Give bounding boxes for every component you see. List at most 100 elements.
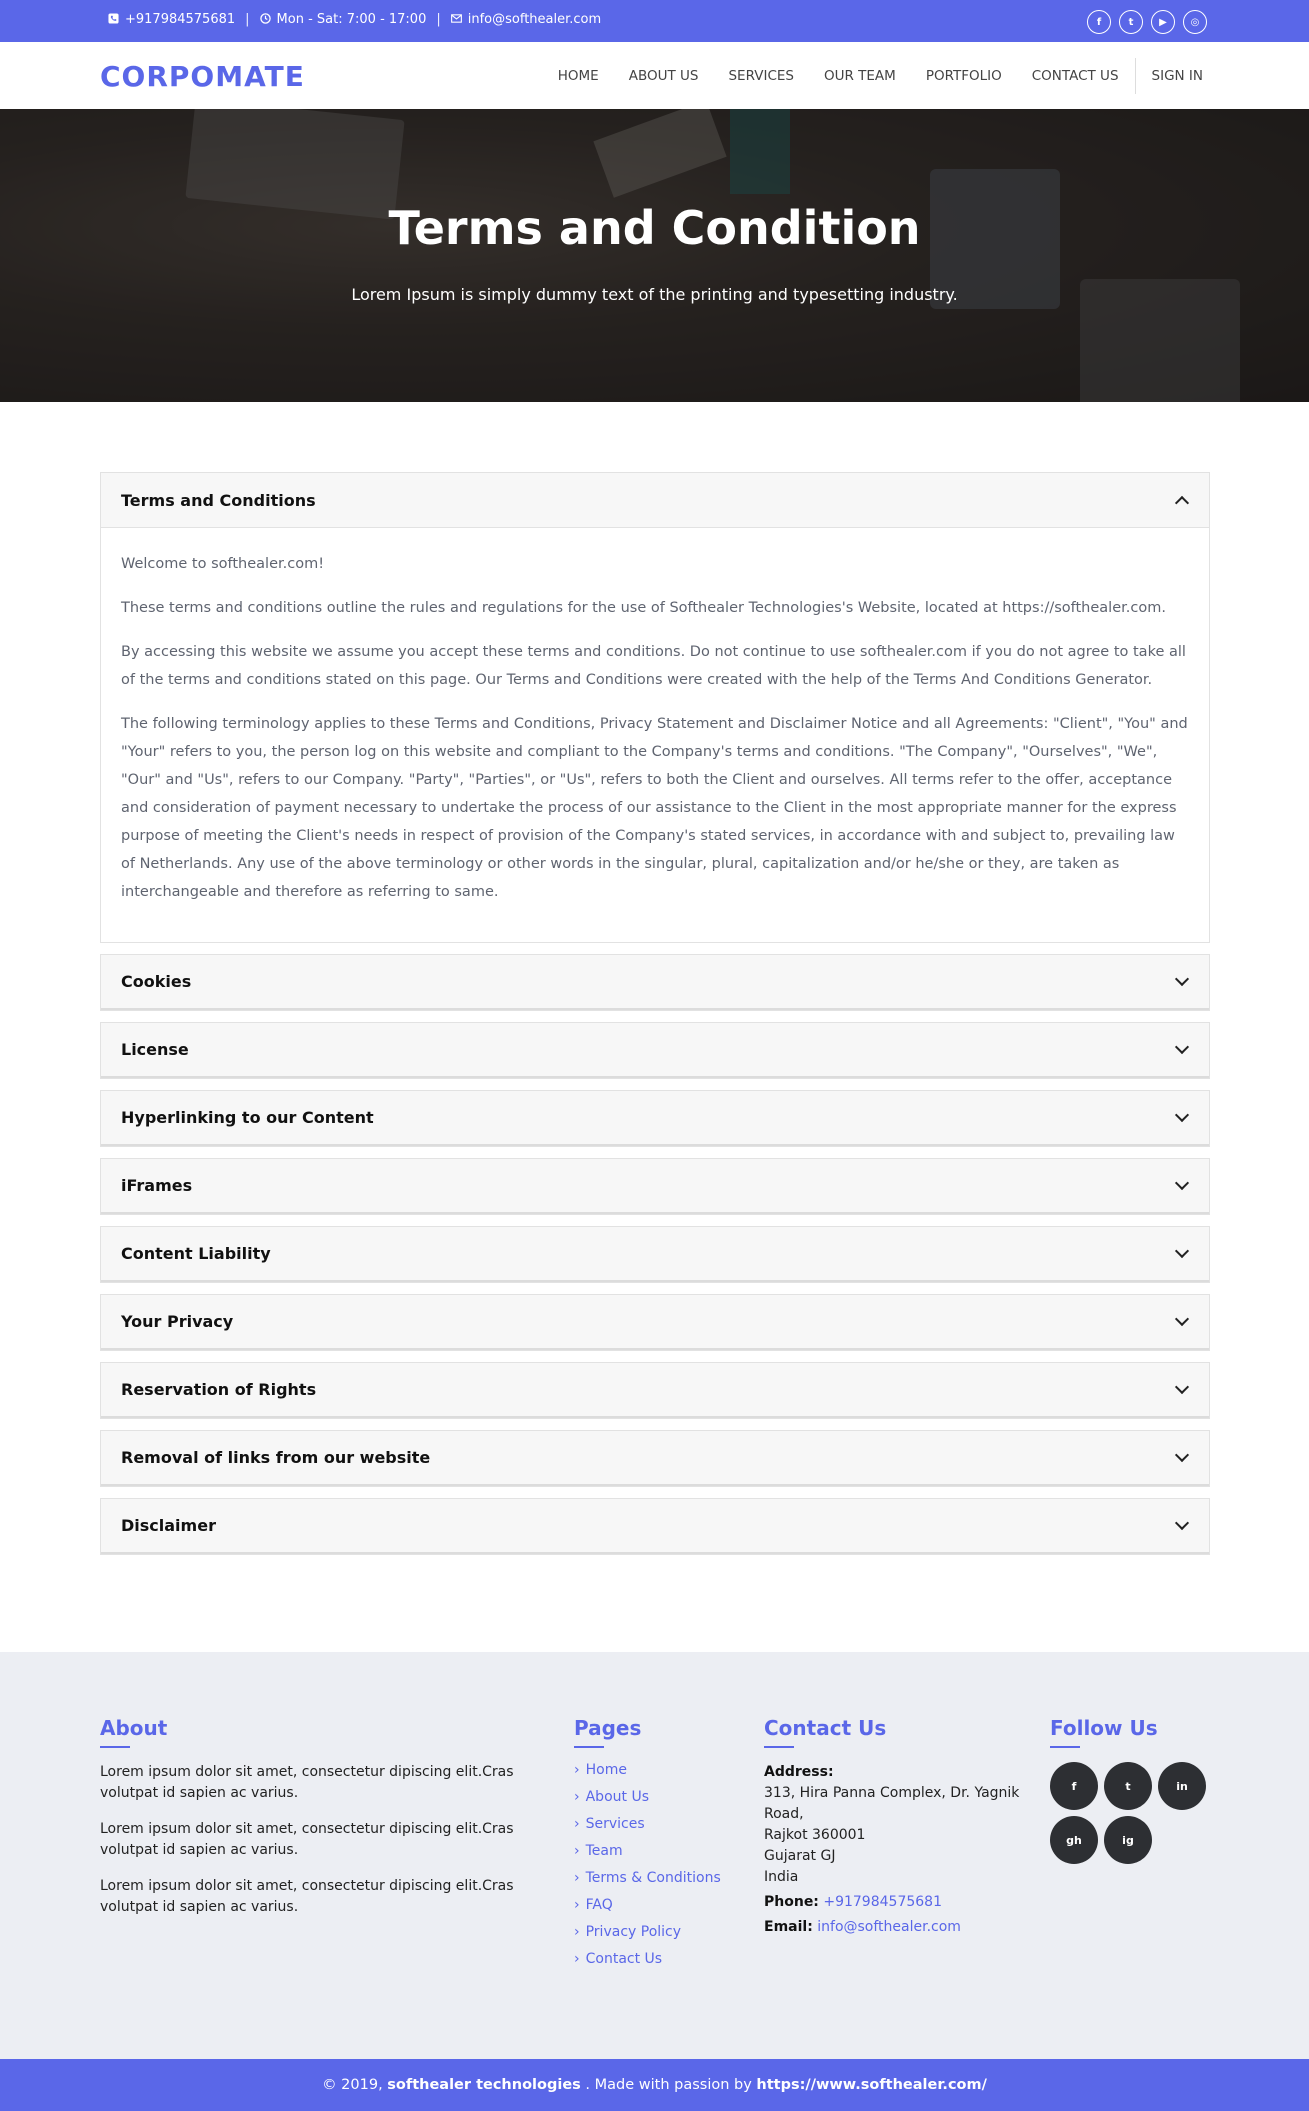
address-line: India bbox=[764, 1869, 799, 1885]
footer-about: About Lorem ipsum dolor sit amet, consec… bbox=[100, 1716, 520, 1933]
accordion-title: Your Privacy bbox=[121, 1312, 234, 1331]
chevron-right-icon: › bbox=[574, 1951, 580, 1967]
accordion-item-cookies[interactable]: Cookies bbox=[100, 954, 1210, 1011]
footer-pages-heading: Pages bbox=[574, 1716, 642, 1740]
accordion-title: Hyperlinking to our Content bbox=[121, 1108, 374, 1127]
page-title: Terms and Condition bbox=[388, 201, 921, 255]
facebook-icon[interactable]: f bbox=[1087, 10, 1111, 34]
accordion-item-privacy[interactable]: Your Privacy bbox=[100, 1294, 1210, 1351]
accordion-item-terms: Terms and Conditions Welcome to softheal… bbox=[100, 472, 1210, 943]
address-line: Road, bbox=[764, 1806, 804, 1822]
company-url-link[interactable]: https://www.softhealer.com/ bbox=[756, 2077, 987, 2093]
nav-home[interactable]: HOME bbox=[558, 68, 599, 84]
accordion-header[interactable]: Terms and Conditions bbox=[101, 473, 1209, 528]
separator: | bbox=[436, 12, 441, 27]
accordion-title: Cookies bbox=[121, 972, 192, 991]
address-line: 313, Hira Panna Complex, Dr. Yagnik bbox=[764, 1785, 1020, 1801]
accordion-header[interactable]: License bbox=[101, 1023, 1209, 1078]
footer-link-team[interactable]: › Team bbox=[574, 1843, 754, 1859]
hours-text: Mon - Sat: 7:00 - 17:00 bbox=[276, 12, 427, 27]
chevron-down-icon[interactable] bbox=[1174, 1175, 1190, 1191]
accordion-header[interactable]: Removal of links from our website bbox=[101, 1431, 1209, 1486]
chevron-down-icon[interactable] bbox=[1174, 971, 1190, 987]
footer-about-text: Lorem ipsum dolor sit amet, consectetur … bbox=[100, 1764, 514, 1801]
chevron-down-icon[interactable] bbox=[1174, 1379, 1190, 1395]
heading-underline bbox=[764, 1746, 794, 1748]
chevron-down-icon[interactable] bbox=[1174, 1039, 1190, 1055]
accordion-body: Welcome to softhealer.com! These terms a… bbox=[101, 528, 1209, 942]
accordion-item-iframes[interactable]: iFrames bbox=[100, 1158, 1210, 1215]
footer-link-faq[interactable]: › FAQ bbox=[574, 1897, 754, 1913]
accordion-title: Reservation of Rights bbox=[121, 1380, 317, 1399]
nav-menu: HOME ABOUT US SERVICES OUR TEAM PORTFOLI… bbox=[528, 42, 1203, 109]
youtube-icon[interactable]: ▶ bbox=[1151, 10, 1175, 34]
separator: | bbox=[245, 12, 250, 27]
footer-link-terms[interactable]: › Terms & Conditions bbox=[574, 1870, 754, 1886]
linkedin-icon[interactable]: in bbox=[1158, 1762, 1206, 1810]
terms-accordion: Terms and Conditions Welcome to softheal… bbox=[100, 472, 1210, 1566]
facebook-icon[interactable]: f bbox=[1050, 1762, 1098, 1810]
chevron-down-icon[interactable] bbox=[1174, 1107, 1190, 1123]
footer-link-privacy[interactable]: › Privacy Policy bbox=[574, 1924, 754, 1940]
footer-social-buttons: f t in gh ig bbox=[1050, 1762, 1220, 1864]
site-footer: About Lorem ipsum dolor sit amet, consec… bbox=[0, 1652, 1309, 2059]
accordion-header[interactable]: Reservation of Rights bbox=[101, 1363, 1209, 1418]
hours-info: Mon - Sat: 7:00 - 17:00 bbox=[259, 12, 427, 27]
site-logo[interactable]: CORPOMATE bbox=[100, 60, 305, 93]
accordion-item-hyperlinking[interactable]: Hyperlinking to our Content bbox=[100, 1090, 1210, 1147]
terms-paragraph: By accessing this website we assume you … bbox=[121, 644, 1186, 688]
accordion-item-reservation[interactable]: Reservation of Rights bbox=[100, 1362, 1210, 1419]
accordion-header[interactable]: Hyperlinking to our Content bbox=[101, 1091, 1209, 1146]
top-bar: +917984575681 | Mon - Sat: 7:00 - 17:00 … bbox=[0, 0, 1309, 42]
accordion-item-content-liability[interactable]: Content Liability bbox=[100, 1226, 1210, 1283]
hero-overlay bbox=[0, 109, 1309, 402]
footer-link-home[interactable]: › Home bbox=[574, 1762, 754, 1778]
twitter-icon[interactable]: t bbox=[1119, 10, 1143, 34]
nav-sign-in[interactable]: SIGN IN bbox=[1152, 68, 1203, 84]
chevron-down-icon[interactable] bbox=[1174, 1243, 1190, 1259]
twitter-icon[interactable]: t bbox=[1104, 1762, 1152, 1810]
accordion-header[interactable]: Your Privacy bbox=[101, 1295, 1209, 1350]
nav-our-team[interactable]: OUR TEAM bbox=[824, 68, 896, 84]
footer-link-about-us[interactable]: › About Us bbox=[574, 1789, 754, 1805]
footer-pages-list: › Home › About Us › Services › Team › Terms &… bbox=[574, 1762, 754, 1967]
accordion-header[interactable]: iFrames bbox=[101, 1159, 1209, 1214]
heading-underline bbox=[100, 1746, 130, 1748]
hero-banner: Terms and Condition Lorem Ipsum is simpl… bbox=[0, 109, 1309, 402]
page-subtitle: Lorem Ipsum is simply dummy text of the … bbox=[351, 285, 958, 304]
footer-follow-heading: Follow Us bbox=[1050, 1716, 1158, 1740]
footer-about-heading: About bbox=[100, 1716, 168, 1740]
instagram-icon[interactable]: ig bbox=[1104, 1816, 1152, 1864]
email-label: Email: bbox=[764, 1919, 813, 1935]
chevron-down-icon[interactable] bbox=[1174, 1447, 1190, 1463]
accordion-item-removal-links[interactable]: Removal of links from our website bbox=[100, 1430, 1210, 1487]
accordion-title: Content Liability bbox=[121, 1244, 271, 1263]
footer-link-contact[interactable]: › Contact Us bbox=[574, 1951, 754, 1967]
github-icon[interactable]: gh bbox=[1050, 1816, 1098, 1864]
footer-link-services[interactable]: › Services bbox=[574, 1816, 754, 1832]
chevron-down-icon[interactable] bbox=[1174, 1311, 1190, 1327]
email-link[interactable]: info@softhealer.com bbox=[817, 1919, 961, 1935]
nav-contact-us[interactable]: CONTACT US bbox=[1032, 68, 1119, 84]
email-text[interactable]: info@softhealer.com bbox=[468, 12, 601, 27]
phone-icon bbox=[108, 13, 119, 24]
chevron-up-icon[interactable] bbox=[1174, 495, 1190, 510]
address-line: Rajkot 360001 bbox=[764, 1827, 866, 1843]
accordion-header[interactable]: Disclaimer bbox=[101, 1499, 1209, 1554]
accordion-item-license[interactable]: License bbox=[100, 1022, 1210, 1079]
accordion-item-disclaimer[interactable]: Disclaimer bbox=[100, 1498, 1210, 1555]
accordion-header[interactable]: Content Liability bbox=[101, 1227, 1209, 1282]
terms-paragraph: The following terminology applies to the… bbox=[121, 716, 1188, 900]
nav-services[interactable]: SERVICES bbox=[728, 68, 793, 84]
nav-about-us[interactable]: ABOUT US bbox=[629, 68, 699, 84]
email-info[interactable]: info@softhealer.com bbox=[450, 12, 601, 27]
nav-portfolio[interactable]: PORTFOLIO bbox=[926, 68, 1002, 84]
instagram-icon[interactable]: ◎ bbox=[1183, 10, 1207, 34]
chevron-down-icon[interactable] bbox=[1174, 1515, 1190, 1531]
company-name[interactable]: softhealer technologies bbox=[387, 2077, 581, 2093]
footer-address: Address: 313, Hira Panna Complex, Dr. Ya… bbox=[764, 1762, 1024, 1938]
envelope-icon bbox=[450, 14, 462, 23]
phone-link[interactable]: +917984575681 bbox=[823, 1894, 942, 1910]
accordion-header[interactable]: Cookies bbox=[101, 955, 1209, 1010]
top-social-links: f t ▶ ◎ bbox=[1087, 10, 1207, 34]
